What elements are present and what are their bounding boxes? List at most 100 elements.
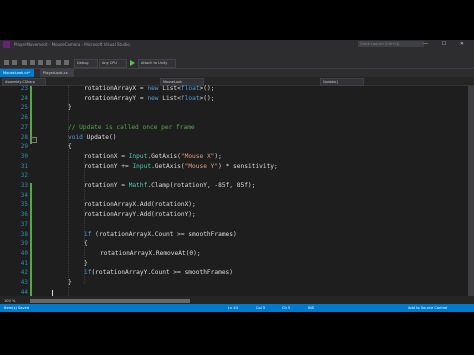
- code-line[interactable]: 35 rotationArrayX.Add(rotationX);: [0, 200, 474, 210]
- code-token: Input: [128, 152, 148, 160]
- status-char: Ch 5: [282, 306, 291, 310]
- code-editor[interactable]: − 23 rotationArrayX = new List<float>(); 2…: [0, 84, 474, 298]
- code-token: float: [180, 94, 200, 102]
- code-token: void: [68, 133, 83, 141]
- code-line[interactable]: 27 // Update is called once per frame: [0, 123, 474, 133]
- horizontal-scrollbar[interactable]: [30, 299, 190, 303]
- line-number: 33: [20, 182, 28, 189]
- code-token: {: [68, 143, 72, 151]
- code-token: .GetAxis(: [151, 162, 185, 170]
- line-number: 31: [20, 162, 28, 170]
- code-token: .Clamp(rotationY, -85f, 85f);: [147, 182, 256, 189]
- tab-playerlook[interactable]: PlayerLook.cs: [40, 69, 74, 77]
- code-line[interactable]: 41}: [0, 259, 474, 269]
- line-number: 40: [20, 249, 28, 257]
- status-bar: Item(s) Saved Ln 44 Col 5 Ch 5 INS Add t…: [0, 304, 474, 312]
- code-text: rotationArrayX.RemoveAt(0);: [100, 249, 201, 259]
- code-text: }: [84, 259, 88, 269]
- code-line[interactable]: 31 rotationY += Input.GetAxis("Mouse Y") …: [0, 162, 474, 172]
- code-line[interactable]: 42 if(rotationArrayY.Count >= smoothFrame…: [0, 268, 474, 278]
- code-token: {: [84, 240, 88, 248]
- visual-studio-window: PlayerMovement - MouseCamera - Microsoft…: [0, 40, 474, 312]
- code-line[interactable]: 38 if (rotationArrayX.Count >= smoothFram…: [0, 230, 474, 240]
- code-text: void Update(): [68, 133, 116, 143]
- code-line[interactable]: 24 rotationArrayY = new List<float>();: [0, 94, 474, 104]
- play-icon[interactable]: [130, 60, 135, 66]
- line-number: 37: [20, 220, 28, 228]
- code-token: List<: [158, 94, 181, 102]
- code-line[interactable]: 30 rotationX = Input.GetAxis("Mouse X");: [0, 152, 474, 162]
- menu-bar: FileEditViewProjectBuildDebugTeamToolsTe…: [0, 49, 474, 65]
- code-token: rotationY =: [84, 182, 129, 189]
- code-token: ) * sensitivity;: [218, 162, 278, 170]
- code-token: Mathf: [128, 182, 148, 189]
- code-text: {: [68, 142, 72, 152]
- code-line[interactable]: 32: [0, 171, 474, 181]
- code-token: rotationX =: [84, 152, 129, 160]
- code-line[interactable]: 29 {: [0, 142, 474, 152]
- tab-mouselook[interactable]: MouseLook.cs*: [0, 69, 34, 77]
- redo-icon[interactable]: [64, 60, 69, 65]
- code-line[interactable]: 39 {: [0, 239, 474, 249]
- code-token: rotationArrayX =: [84, 85, 148, 92]
- attach-to-unity-button[interactable]: Attach to Unity: [138, 59, 176, 68]
- title-bar: PlayerMovement - MouseCamera - Microsoft…: [0, 40, 474, 49]
- code-token: (rotationArrayX.Count >= smoothFrames): [91, 230, 237, 238]
- platform-select[interactable]: Any CPU: [99, 59, 127, 68]
- line-number: 43: [20, 279, 28, 286]
- code-token: >();: [199, 85, 215, 92]
- forward-icon[interactable]: [12, 60, 17, 65]
- code-token: List<: [158, 85, 181, 92]
- line-number: 36: [20, 211, 28, 219]
- code-token: }: [68, 279, 72, 286]
- quick-launch-input[interactable]: Quick Launch (Ctrl+Q): [358, 41, 424, 47]
- code-line[interactable]: 26: [0, 113, 474, 123]
- code-token: rotationArrayY.Add(rotationY);: [84, 211, 196, 219]
- line-number: 23: [20, 85, 28, 92]
- save-all-icon[interactable]: [46, 60, 51, 65]
- status-message: Item(s) Saved: [4, 306, 30, 310]
- line-number: 35: [20, 201, 28, 209]
- code-text: rotationArrayX = new List<float>();: [84, 84, 214, 94]
- code-line[interactable]: 34: [0, 191, 474, 201]
- save-icon[interactable]: [38, 60, 43, 65]
- code-line[interactable]: 40 rotationArrayX.RemoveAt(0);: [0, 249, 474, 259]
- back-icon[interactable]: [4, 60, 9, 65]
- code-token: rotationArrayY =: [84, 94, 148, 102]
- code-text: if(rotationArrayY.Count >= smoothFrames): [84, 268, 233, 278]
- undo-icon[interactable]: [56, 60, 61, 65]
- window-controls[interactable]: — ☐ ✕: [423, 40, 470, 49]
- code-text: rotationArrayY.Add(rotationY);: [84, 210, 196, 220]
- code-line[interactable]: 23 rotationArrayX = new List<float>();: [0, 84, 474, 94]
- code-line[interactable]: 33 rotationY = Mathf.Clamp(rotationY, -85…: [0, 181, 474, 191]
- code-line[interactable]: 25}: [0, 103, 474, 113]
- code-line[interactable]: 36 rotationArrayY.Add(rotationY);: [0, 210, 474, 220]
- open-file-icon[interactable]: [30, 60, 35, 65]
- line-number: 34: [20, 191, 28, 199]
- code-token: rotationArrayX.Add(rotationX);: [84, 201, 196, 209]
- line-number: 26: [20, 114, 28, 122]
- code-token: "Mouse X": [180, 152, 215, 160]
- code-line[interactable]: 37: [0, 220, 474, 230]
- new-project-icon[interactable]: [22, 60, 27, 65]
- line-number: 24: [20, 94, 28, 102]
- status-column: Col 5: [256, 306, 266, 310]
- code-token: float: [180, 85, 200, 92]
- configuration-select[interactable]: Debug: [74, 59, 98, 68]
- code-text: {: [84, 239, 88, 249]
- source-control-button[interactable]: Add to Source Control: [408, 304, 447, 312]
- line-number: 42: [20, 269, 28, 277]
- line-number: 30: [20, 152, 28, 160]
- code-text: }: [68, 278, 72, 288]
- line-number: 27: [20, 123, 28, 131]
- code-token: rotationY +=: [84, 162, 133, 170]
- code-text: rotationX = Input.GetAxis("Mouse X");: [84, 152, 222, 162]
- visual-studio-logo-icon: [3, 41, 10, 48]
- status-line: Ln 44: [228, 306, 238, 310]
- toolbar: Debug Any CPU Attach to Unity: [0, 57, 474, 69]
- code-token: Update(): [82, 133, 117, 141]
- code-line[interactable]: 28 void Update(): [0, 133, 474, 143]
- line-number: 39: [20, 240, 28, 248]
- line-number: 28: [20, 133, 28, 141]
- code-line[interactable]: 43}: [0, 278, 474, 288]
